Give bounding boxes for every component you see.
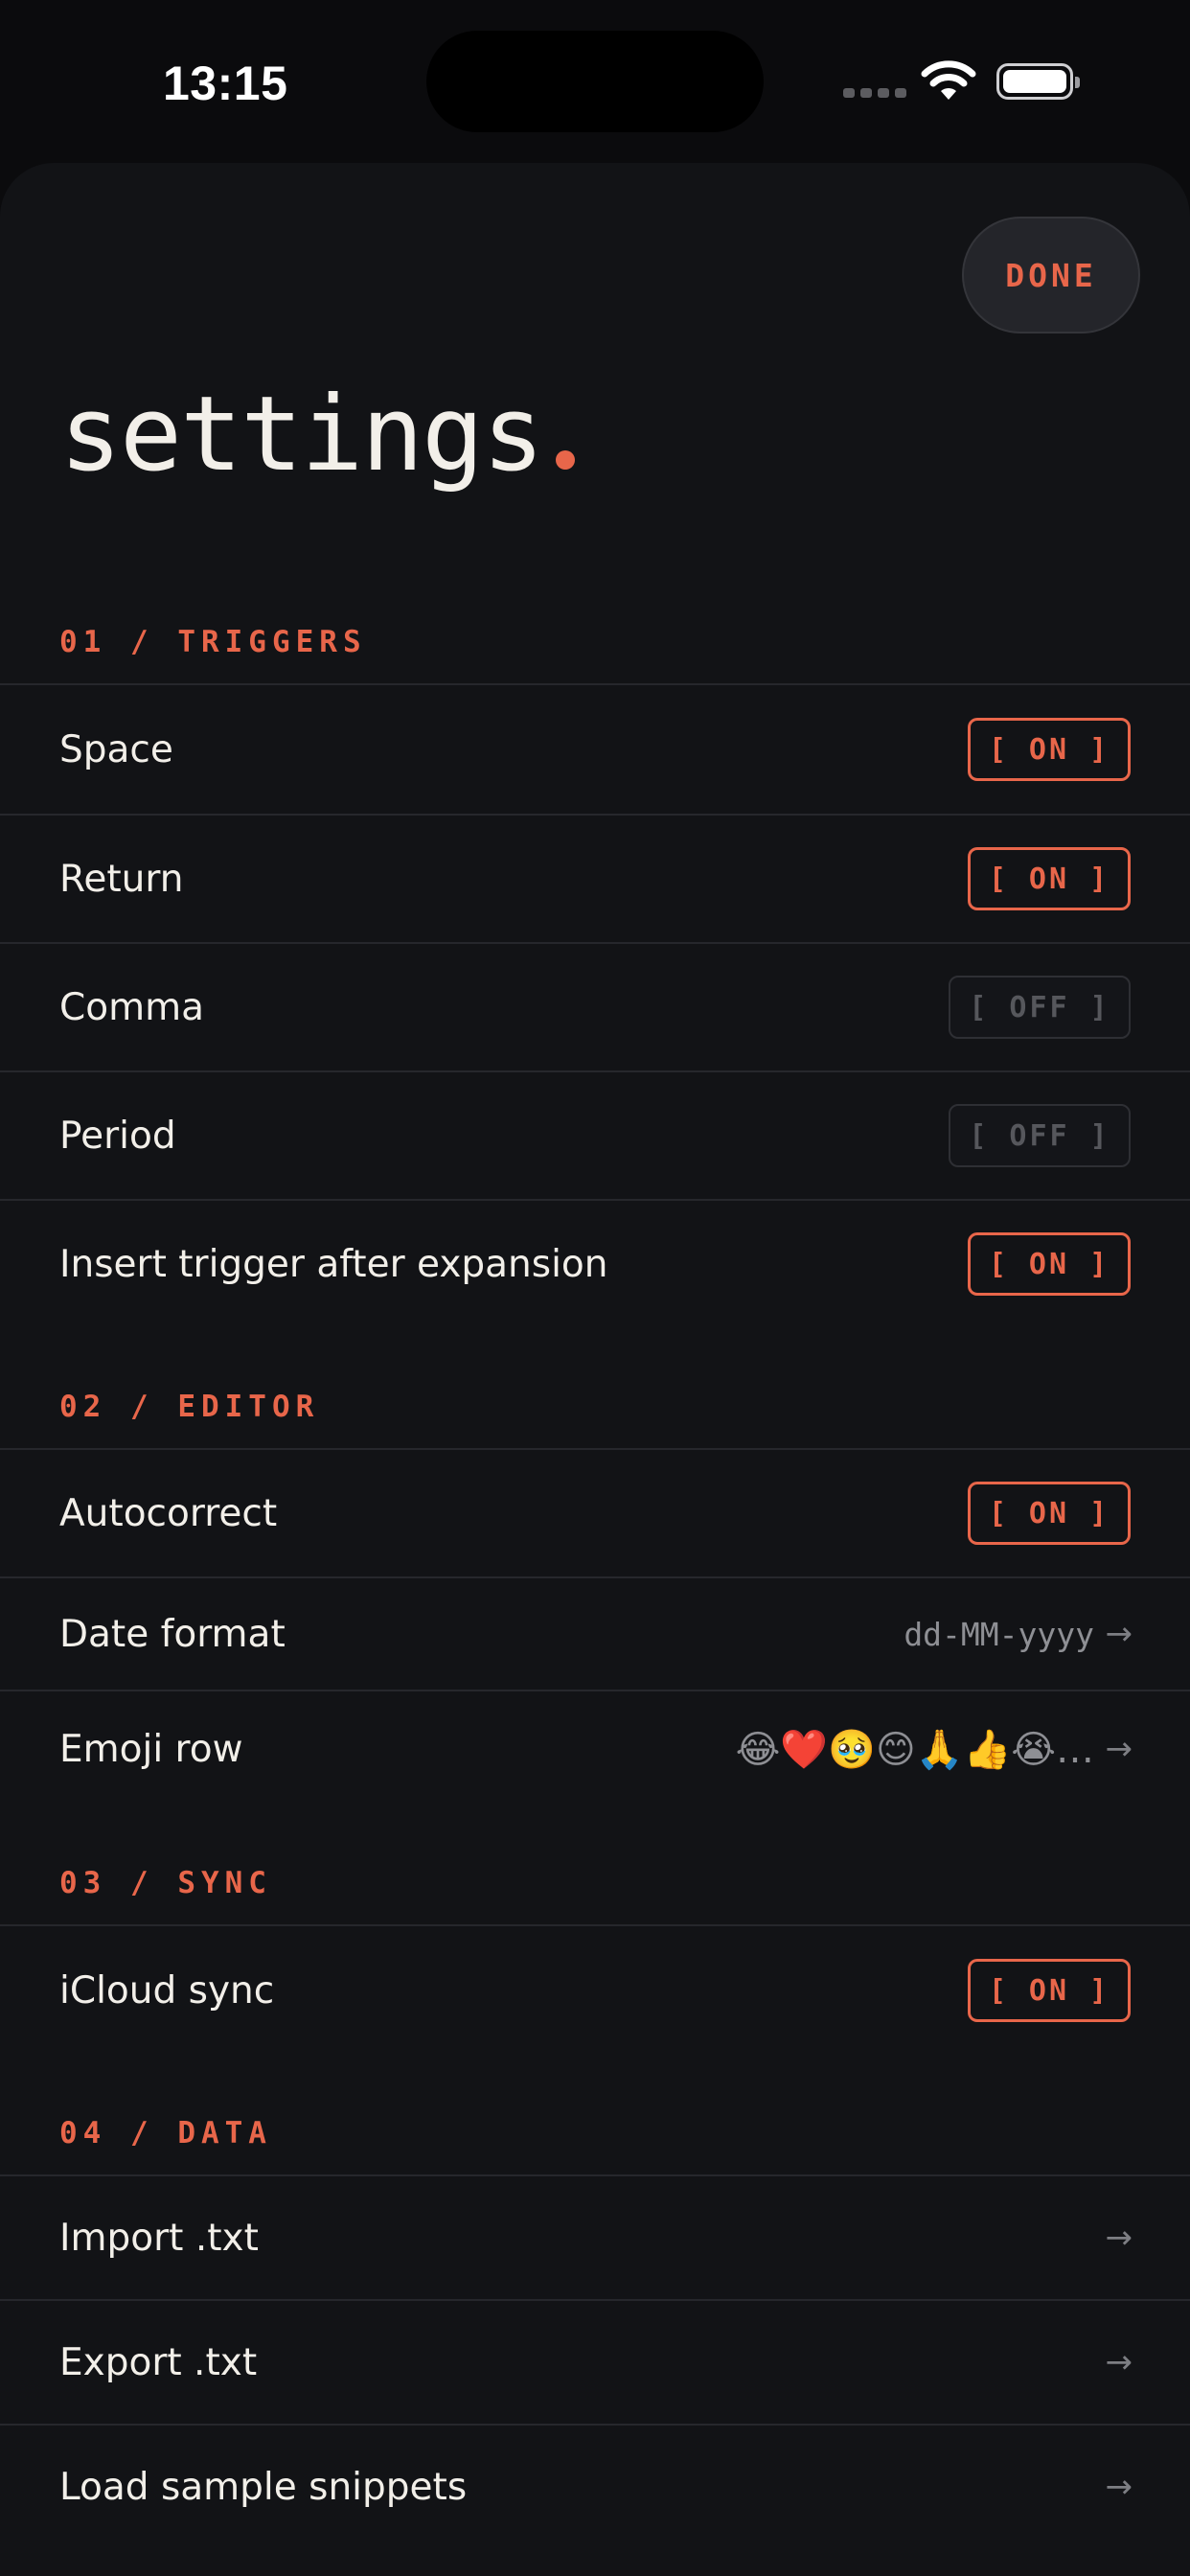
settings-row-autocorrect[interactable]: Autocorrect [ ON ] [0,1450,1190,1576]
section-header-data: 04 / DATA [59,2116,272,2150]
settings-row-import[interactable]: Import .txt → [0,2176,1190,2299]
row-label: Space [59,727,173,771]
row-label: Emoji row [59,1727,243,1771]
row-label: Export .txt [59,2340,258,2384]
date-format-value: dd-MM-yyyy [904,1615,1094,1653]
settings-row-emoji-row[interactable]: Emoji row 😂❤️🥹😊🙏👍😭… → [0,1691,1190,1806]
row-label: Date format [59,1612,286,1656]
title-dot [556,450,576,470]
settings-row-insert-trigger[interactable]: Insert trigger after expansion [ ON ] [0,1201,1190,1327]
settings-row-return[interactable]: Return [ ON ] [0,816,1190,942]
icloud-sync-toggle[interactable]: [ ON ] [968,1959,1131,2022]
row-label: iCloud sync [59,1968,275,2012]
settings-row-date-format[interactable]: Date format dd-MM-yyyy → [0,1578,1190,1690]
arrow-right-icon: → [1105,1615,1133,1653]
settings-row-space[interactable]: Space [ ON ] [0,685,1190,814]
row-label: Autocorrect [59,1491,278,1535]
arrow-right-icon: → [1105,2343,1133,2381]
section-header-triggers: 01 / TRIGGERS [59,625,367,659]
autocorrect-toggle[interactable]: [ ON ] [968,1482,1131,1545]
battery-icon [996,63,1080,100]
emoji-row-value: 😂❤️🥹😊🙏👍😭… [735,1727,1094,1772]
done-button[interactable]: DONE [962,217,1140,334]
settings-row-comma[interactable]: Comma [ OFF ] [0,944,1190,1070]
comma-toggle[interactable]: [ OFF ] [949,976,1131,1039]
settings-sheet: DONE settings 01 / TRIGGERS Space [ ON ]… [0,163,1190,2576]
row-label: Insert trigger after expansion [59,1242,608,1286]
arrow-right-icon: → [1105,2468,1133,2506]
return-toggle[interactable]: [ ON ] [968,847,1131,910]
row-label: Comma [59,985,204,1029]
space-toggle[interactable]: [ ON ] [968,718,1131,781]
status-bar: 13:15 [0,0,1190,163]
settings-row-export[interactable]: Export .txt → [0,2301,1190,2424]
settings-row-icloud-sync[interactable]: iCloud sync [ ON ] [0,1926,1190,2055]
section-header-sync: 03 / SYNC [59,1866,272,1900]
row-label: Import .txt [59,2216,259,2260]
row-label: Load sample snippets [59,2465,468,2509]
status-time: 13:15 [163,57,288,110]
arrow-right-icon: → [1105,1730,1133,1768]
page-title: settings [59,383,576,487]
section-header-editor: 02 / EDITOR [59,1390,320,1424]
period-toggle[interactable]: [ OFF ] [949,1104,1131,1167]
settings-row-period[interactable]: Period [ OFF ] [0,1072,1190,1199]
row-label: Period [59,1114,176,1158]
dynamic-island [426,31,764,132]
wifi-icon [920,59,977,105]
settings-row-load-samples[interactable]: Load sample snippets → [0,2426,1190,2548]
arrow-right-icon: → [1105,2219,1133,2257]
row-label: Return [59,857,184,901]
cellular-signal-icon [843,88,906,98]
insert-trigger-toggle[interactable]: [ ON ] [968,1232,1131,1296]
